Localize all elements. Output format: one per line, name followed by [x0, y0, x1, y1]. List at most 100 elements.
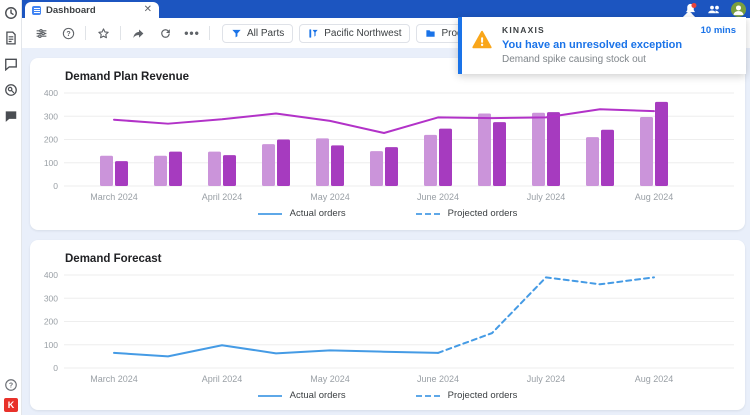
- demand-plan-revenue-card: Demand Plan Revenue 0100200300400March 2…: [30, 58, 745, 230]
- x-tick-label: March 2024: [90, 374, 138, 384]
- demand-forecast-card: Demand Forecast 0 100 200 300 400 March 2024 A…: [30, 240, 745, 410]
- y-tick-label: 300: [44, 293, 58, 303]
- legend-projected-orders[interactable]: Projected orders: [416, 208, 518, 219]
- left-sidebar: ? K: [0, 0, 22, 415]
- y-tick-label: 200: [44, 317, 58, 327]
- bar: [100, 156, 113, 186]
- chart-legend: Actual orders Projected orders: [30, 390, 745, 401]
- bar: [385, 147, 398, 186]
- notification-source: KINAXIS: [502, 25, 701, 35]
- dashed-line-swatch: [416, 395, 440, 397]
- bar: [439, 129, 452, 186]
- chart-canvas: 0 100 200 300 400 March 2024 April 2024 May 202…: [34, 87, 740, 205]
- bar: [547, 112, 560, 186]
- y-tick-label: 200: [44, 135, 58, 145]
- clock-icon[interactable]: [4, 6, 18, 20]
- tab-title: Dashboard: [46, 5, 139, 16]
- toolbar-separator: [209, 26, 210, 40]
- kinaxis-logo[interactable]: K: [4, 398, 18, 412]
- bar: [169, 152, 182, 186]
- refresh-icon[interactable]: [154, 23, 176, 43]
- notification-time: 10 mins: [701, 25, 736, 36]
- x-tick-label: June 2024: [417, 374, 459, 384]
- bar: [223, 155, 236, 186]
- chart-canvas: 0 100 200 300 400 March 2024 April 2024 May 202…: [34, 269, 740, 387]
- x-tick-label: Aug 2024: [635, 192, 674, 202]
- bar: [370, 151, 383, 186]
- y-tick-label: 400: [44, 88, 58, 98]
- legend-actual-orders[interactable]: Actual orders: [258, 208, 346, 219]
- search-circle-icon[interactable]: [4, 83, 18, 97]
- legend-projected-orders[interactable]: Projected orders: [416, 390, 518, 401]
- chip-all-parts[interactable]: All Parts: [222, 24, 293, 43]
- bar: [655, 102, 668, 186]
- bar: [640, 117, 653, 186]
- chip-pacific-northwest[interactable]: Pacific Northwest: [299, 24, 410, 43]
- filter-funnel-icon: [231, 28, 242, 39]
- share-icon[interactable]: [127, 23, 149, 43]
- line-series: [438, 277, 654, 353]
- bar: [154, 156, 167, 186]
- bar: [478, 113, 491, 186]
- folder-icon: [425, 28, 436, 39]
- x-tick-label: April 2024: [202, 374, 243, 384]
- y-tick-label: 400: [44, 270, 58, 280]
- tab-close-icon[interactable]: ✕: [144, 2, 152, 18]
- x-tick-label: May 2024: [310, 192, 350, 202]
- notification-toast[interactable]: KINAXIS 10 mins You have an unresolved e…: [458, 17, 746, 74]
- x-tick-label: June 2024: [417, 192, 459, 202]
- tab-dashboard[interactable]: Dashboard ✕: [25, 2, 159, 18]
- star-icon[interactable]: [92, 23, 114, 43]
- x-tick-label: March 2024: [90, 192, 138, 202]
- y-tick-label: 100: [44, 158, 58, 168]
- x-tick-label: July 2024: [527, 192, 566, 202]
- user-avatar[interactable]: [731, 2, 746, 17]
- sliders-icon[interactable]: [30, 23, 52, 43]
- y-tick-label: 300: [44, 111, 58, 121]
- x-tick-label: May 2024: [310, 374, 350, 384]
- top-bar: Dashboard ✕: [22, 0, 750, 18]
- help-icon[interactable]: ?: [4, 378, 18, 392]
- bar: [316, 138, 329, 186]
- x-tick-label: Aug 2024: [635, 374, 674, 384]
- more-icon[interactable]: •••: [181, 23, 203, 43]
- line-series: [114, 109, 654, 133]
- x-tick-label: July 2024: [527, 374, 566, 384]
- chat-bubble-icon[interactable]: [4, 57, 18, 71]
- line-series: [114, 345, 438, 356]
- dashed-line-swatch: [416, 213, 440, 215]
- x-tick-label: April 2024: [202, 192, 243, 202]
- y-tick-label: 0: [53, 363, 58, 373]
- bar: [493, 122, 506, 186]
- bar: [601, 130, 614, 186]
- toolbar-separator: [85, 26, 86, 40]
- solid-line-swatch: [258, 395, 282, 397]
- bar: [532, 113, 545, 186]
- bar: [262, 144, 275, 186]
- bar: [331, 145, 344, 186]
- dashboard-tab-icon: [32, 6, 41, 15]
- notification-description: Demand spike causing stock out: [502, 54, 736, 65]
- svg-text:?: ?: [9, 382, 13, 389]
- demand-forecast-chart: 0 100 200 300 400 March 2024 April 2024 May 202…: [34, 269, 745, 392]
- solid-line-swatch: [258, 213, 282, 215]
- hierarchy-filter-icon: [308, 28, 319, 39]
- y-tick-label: 0: [53, 181, 58, 191]
- chart-legend: Actual orders Projected orders: [30, 208, 745, 219]
- demand-plan-revenue-chart: 0 100 200 300 400 March 2024 April 2024 May 202…: [34, 87, 745, 210]
- legend-actual-orders[interactable]: Actual orders: [258, 390, 346, 401]
- warning-triangle-icon: [470, 29, 494, 68]
- bar: [277, 140, 290, 187]
- bar: [115, 161, 128, 186]
- svg-text:?: ?: [66, 30, 70, 37]
- notification-title[interactable]: You have an unresolved exception: [502, 39, 736, 51]
- comment-icon[interactable]: [4, 109, 18, 123]
- help-circle-icon[interactable]: ?: [57, 23, 79, 43]
- bar: [208, 152, 221, 186]
- y-tick-label: 100: [44, 340, 58, 350]
- toolbar-separator: [120, 26, 121, 40]
- chart-title: Demand Forecast: [30, 240, 745, 265]
- bar: [586, 137, 599, 186]
- people-icon[interactable]: [707, 2, 722, 17]
- document-icon[interactable]: [4, 31, 18, 45]
